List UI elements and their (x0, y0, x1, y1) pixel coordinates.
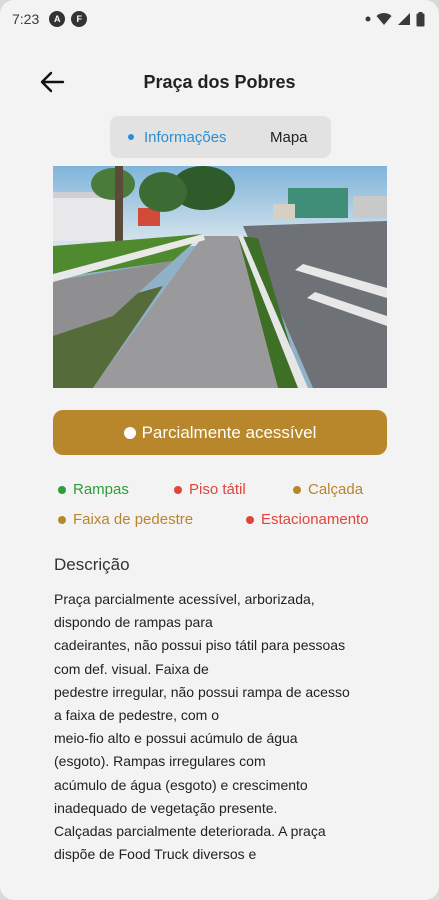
feature-calcada: Calçada (293, 481, 363, 498)
feature-dot-icon (246, 515, 254, 524)
feature-label: Rampas (73, 481, 129, 498)
feature-label: Estacionamento (261, 511, 369, 528)
tab-mapa[interactable]: Mapa (250, 116, 308, 158)
feature-label: Calçada (308, 481, 364, 498)
accessibility-status-label: Parcialmente acessível (141, 422, 317, 442)
description-text: Praça parcialmente acessível, arborizada… (54, 591, 350, 862)
place-photo (53, 166, 387, 388)
notification-f-icon: F (71, 11, 88, 27)
status-time: 7:23 (12, 11, 40, 27)
feature-label: Faixa de pedestre (73, 511, 194, 528)
accessibility-status-button[interactable]: Parcialmente acessível (53, 410, 387, 455)
page-title: Praça dos Pobres (143, 71, 296, 92)
status-bar: 7:23 A F (0, 0, 439, 38)
back-button[interactable] (36, 68, 68, 96)
wifi-icon (376, 13, 392, 25)
status-right-icons (365, 11, 425, 27)
battery-icon (416, 11, 425, 26)
tab-mapa-label: Mapa (270, 128, 308, 146)
feature-dot-icon (58, 485, 66, 494)
app-bar: Praça dos Pobres (0, 58, 439, 106)
tab-bar: Informações Mapa (110, 116, 331, 158)
app-screen: 7:23 A F Praça dos Pobres Informações Ma… (0, 0, 439, 900)
tab-informacoes[interactable]: Informações (110, 116, 250, 158)
cell-signal-icon (398, 13, 410, 25)
feature-faixa-de-pedestre: Faixa de pedestre (58, 511, 193, 528)
street-photo-illustration (53, 166, 387, 388)
arrow-back-icon (40, 71, 65, 93)
notification-a-icon: A (49, 11, 66, 27)
feature-label: Piso tátil (189, 481, 246, 498)
status-dot-icon (123, 426, 136, 439)
signal-dot-icon (365, 16, 371, 22)
description-heading: Descrição (54, 555, 130, 574)
feature-dot-icon (174, 485, 182, 494)
feature-estacionamento: Estacionamento (246, 511, 369, 528)
feature-dot-icon (58, 515, 66, 524)
tab-informacoes-label: Informações (144, 128, 227, 146)
feature-piso-tatil: Piso tátil (174, 481, 246, 498)
active-tab-dot-icon (128, 134, 134, 140)
feature-dot-icon (293, 485, 301, 494)
feature-rampas: Rampas (58, 481, 129, 498)
